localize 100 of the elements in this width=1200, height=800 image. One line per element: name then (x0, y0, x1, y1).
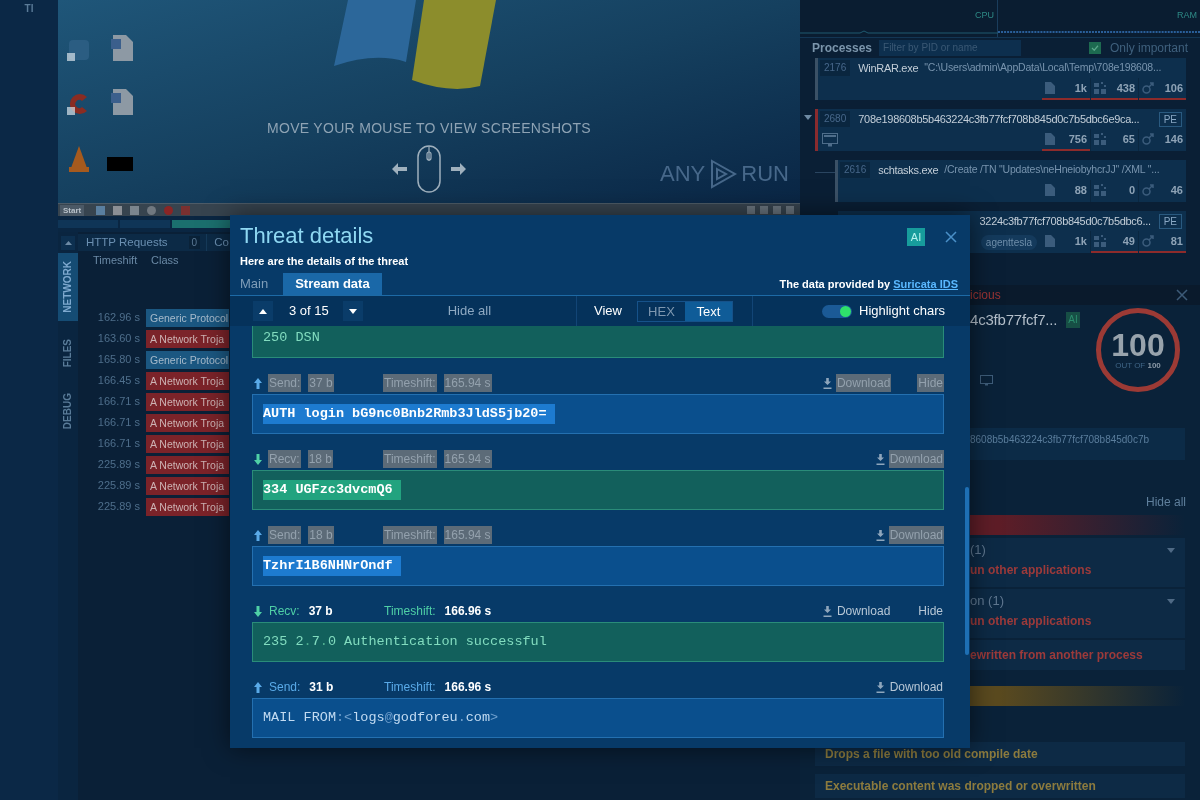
dialog-title: Threat details (240, 222, 375, 250)
stat-value: 88 (1074, 182, 1087, 198)
indicator-text: un other applications (970, 562, 1093, 579)
checkbox[interactable] (1088, 41, 1101, 54)
view-option[interactable]: Text (684, 301, 732, 321)
arrow-left-icon[interactable] (392, 163, 407, 175)
section-tab[interactable]: Co (214, 233, 229, 252)
arrow-down-icon (254, 453, 262, 465)
payload-text: 235 2.7.0 Authentication successful (263, 632, 547, 651)
download-icon (875, 529, 885, 541)
grid-icon (1094, 82, 1106, 94)
process-row[interactable]: 2616 schtasks.exe /Create /TN "Updates\neHneiobyhcrJJ" /XML "... 88 0 46 (838, 160, 1186, 202)
stat-value: 438 (1116, 80, 1135, 96)
direction-label: Send: (268, 679, 302, 696)
stat-value: 46 (1170, 182, 1183, 198)
timeshift-cell-text: 162.96 s (96, 310, 140, 326)
class-tag: A Network Troja (146, 434, 229, 453)
tab[interactable]: Stream data (283, 273, 382, 295)
cpu-label: CPU (975, 10, 994, 21)
desktop-screenshot[interactable]: MOVE YOUR MOUSE TO VIEW SCREENSHOTS ANY RUN (58, 0, 800, 203)
class-tag: A Network Troja (146, 476, 229, 495)
scrollbar[interactable] (965, 487, 969, 655)
column-header: Timeshift (92, 253, 139, 269)
hide-button[interactable]: Hide (917, 602, 944, 620)
panel-title: Processes (812, 39, 873, 57)
close-icon (1176, 289, 1188, 301)
timeshift-cell-text: 225.89 s (96, 457, 140, 473)
view-toggle[interactable]: HEX Text (636, 300, 733, 322)
process-command: "C:\Users\admin\AppData\Local\Temp\708e198608... (924, 60, 1162, 76)
stat-value: 106 (1164, 80, 1183, 96)
ai-badge[interactable]: AI (1066, 312, 1080, 328)
hide-all-button[interactable]: Hide all (447, 301, 492, 321)
stat-value: 756 (1068, 131, 1087, 147)
process-row[interactable]: 2680 708e198608b5b463224c3fb77fcf708b845d0c7b5dbc6e9ca... PE 756 65 146 (818, 109, 1186, 151)
class-tag: A Network Troja (146, 392, 229, 411)
indicator-text: Drops a file with too old compile date (825, 746, 1039, 763)
caret-up-icon (64, 241, 72, 245)
provider-link[interactable]: Suricata IDS (893, 277, 958, 290)
download-icon (822, 377, 832, 389)
verdict-status: icious (970, 287, 1001, 304)
pid-label: 2680 (820, 111, 851, 127)
close-button[interactable] (1176, 289, 1188, 301)
timeshift-cell-text: 225.89 s (96, 478, 140, 494)
indicator-row[interactable]: Executable content was dropped or overwritten (815, 774, 1185, 798)
class-tag: Generic Protocol (146, 308, 229, 327)
arrow-down-icon (254, 605, 262, 617)
arrow-right-icon[interactable] (451, 163, 466, 175)
stat-value: 81 (1170, 233, 1183, 249)
close-icon (945, 231, 957, 243)
timeshift-label: Timeshift: (383, 679, 437, 696)
class-tag: A Network Troja (146, 371, 229, 390)
ai-badge[interactable]: AI (907, 228, 925, 246)
side-tab[interactable]: DEBUG (58, 385, 78, 438)
download-icon (875, 681, 885, 693)
side-tab[interactable]: NETWORK (58, 253, 78, 321)
previous-button[interactable] (253, 301, 273, 321)
highlight-switch[interactable] (822, 304, 852, 318)
section-tab[interactable]: HTTP Requests (86, 233, 168, 252)
tab[interactable]: Main (230, 273, 279, 295)
side-tab[interactable]: FILES (58, 330, 78, 375)
thumbnail-icon (107, 157, 133, 171)
arrow-up-icon (254, 377, 262, 389)
grid-icon (1094, 184, 1106, 196)
indicator-text: ewritten from another process (970, 647, 1144, 664)
file-icon (1045, 184, 1055, 196)
view-option[interactable]: HEX (637, 301, 685, 321)
stat-value: 65 (1122, 131, 1135, 147)
close-button[interactable] (945, 231, 957, 243)
match-counter: 3 of 15 (289, 302, 329, 321)
start-button[interactable]: Start (60, 204, 85, 216)
score-caption: OUT OF 100 (1115, 361, 1161, 371)
stat-value: 1k (1074, 80, 1087, 96)
stat-value: 49 (1122, 233, 1135, 249)
download-button[interactable]: Download (822, 602, 892, 620)
indicator-title: on (1) (970, 592, 1004, 611)
arrow-up-icon (254, 529, 262, 541)
timeshift-label: Timeshift: (383, 603, 437, 620)
class-tag: A Network Troja (146, 329, 229, 348)
collapse-button[interactable] (61, 236, 75, 250)
stat-value: 1k (1074, 233, 1087, 249)
next-button[interactable] (342, 301, 363, 321)
app-icon (67, 38, 91, 62)
process-name: 708e198608b5b463224c3fb77fcf708b845d0c7b5dbc6e9ca... (858, 111, 1140, 127)
size-value: 37 b (307, 603, 334, 620)
timeshift-cell-text: 166.71 s (96, 436, 140, 452)
play-logo-icon (708, 159, 739, 189)
cone-icon (67, 146, 91, 172)
timeshift-cell-text: 166.71 s (96, 415, 140, 431)
download-button[interactable]: Download (875, 678, 944, 696)
process-row[interactable]: 2176 WinRAR.exe "C:\Users\admin\AppData\Local\Temp\708e198608... 1k 438 106 (818, 58, 1186, 100)
pid-label: 2616 (840, 162, 871, 178)
hide-all-button[interactable]: Hide all (1145, 495, 1186, 510)
process-name: 3224c3fb77fcf708b845d0c7b5dbc6... (979, 213, 1151, 229)
monitor-icon (980, 375, 993, 386)
logo-word: RUN (741, 161, 789, 187)
file-icon (1045, 235, 1055, 247)
arrow-up-icon (254, 681, 262, 693)
column-header: Class (151, 253, 179, 269)
check-icon (1090, 44, 1099, 51)
view-label: View (594, 302, 622, 321)
